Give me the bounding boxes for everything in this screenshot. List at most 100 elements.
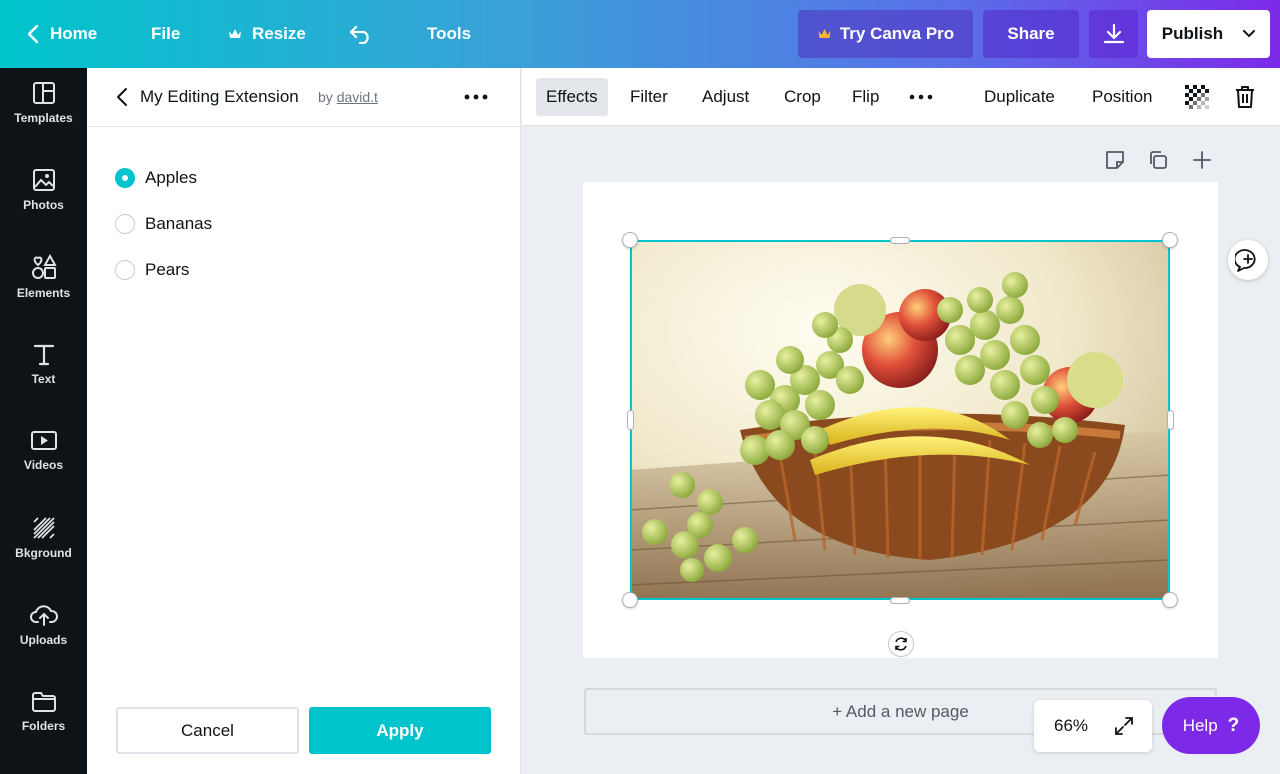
resize-label: Resize xyxy=(252,24,306,43)
transparency-button[interactable] xyxy=(1185,78,1209,116)
zoom-level[interactable]: 66% xyxy=(1054,716,1088,736)
radio-button[interactable] xyxy=(115,260,135,280)
home-label: Home xyxy=(50,24,98,43)
add-page-icon[interactable] xyxy=(1190,148,1214,172)
publish-button[interactable]: Publish xyxy=(1147,10,1270,58)
sidebar-item-label: Elements xyxy=(16,286,71,300)
sidebar-item-photos[interactable]: Photos xyxy=(0,155,87,225)
radio-label: Apples xyxy=(145,168,197,187)
sidebar-item-text[interactable]: Text xyxy=(0,329,87,399)
resize-handle-top-right[interactable] xyxy=(1162,232,1178,248)
extension-title: My Editing Extension xyxy=(140,87,299,106)
fullscreen-icon[interactable] xyxy=(1114,716,1134,736)
resize-handle-top[interactable] xyxy=(890,237,910,244)
position-button[interactable]: Position xyxy=(1092,78,1152,116)
text-icon xyxy=(33,344,54,366)
add-comment-button[interactable] xyxy=(1228,240,1268,280)
sidebar-item-templates[interactable]: Templates xyxy=(0,68,87,138)
crown-icon xyxy=(818,29,831,38)
sidebar-item-label: Bkground xyxy=(15,546,72,560)
sidebar-item-background[interactable]: Bkground xyxy=(0,503,87,573)
resize-handle-top-left[interactable] xyxy=(622,232,638,248)
radio-label: Pears xyxy=(145,260,190,279)
resize-handle-left[interactable] xyxy=(627,410,634,430)
filter-button[interactable]: Filter xyxy=(630,78,668,116)
background-icon xyxy=(32,517,55,539)
crop-button[interactable]: Crop xyxy=(784,78,821,116)
more-options-icon[interactable] xyxy=(461,86,491,108)
uploads-icon xyxy=(29,605,58,626)
photos-icon xyxy=(32,169,55,191)
author-link[interactable]: david.t xyxy=(337,89,378,105)
home-button[interactable]: Home xyxy=(26,0,97,68)
tools-menu[interactable]: Tools xyxy=(427,0,471,68)
sidebar-item-label: Uploads xyxy=(19,633,68,647)
extension-panel: My Editing Extension by david.t Apples B… xyxy=(87,68,521,774)
fruit-basket-photo[interactable] xyxy=(630,240,1170,600)
radio-option-bananas[interactable]: Bananas xyxy=(115,209,212,239)
left-sidebar: Templates Photos Elements Text Videos Bk… xyxy=(0,68,87,774)
videos-icon xyxy=(30,431,57,450)
share-button[interactable]: Share xyxy=(983,10,1079,58)
sidebar-item-label: Folders xyxy=(21,719,66,733)
resize-handle-bottom-right[interactable] xyxy=(1162,592,1178,608)
elements-icon xyxy=(31,254,57,279)
publish-label: Publish xyxy=(1161,24,1224,43)
comment-icon xyxy=(1235,249,1256,272)
resize-button[interactable]: Resize xyxy=(228,0,306,68)
sidebar-item-label: Text xyxy=(31,372,56,386)
flip-button[interactable]: Flip xyxy=(852,78,879,116)
chevron-down-icon xyxy=(1243,30,1256,38)
chevron-left-icon xyxy=(27,24,39,44)
share-label: Share xyxy=(1007,24,1055,43)
radio-option-apples[interactable]: Apples xyxy=(115,163,197,193)
by-label: by xyxy=(318,89,333,105)
radio-option-pears[interactable]: Pears xyxy=(115,255,189,285)
zoom-control[interactable]: 66% xyxy=(1034,700,1152,752)
sidebar-item-label: Videos xyxy=(23,458,64,472)
trash-icon xyxy=(1236,86,1254,108)
try-pro-label: Try Canva Pro xyxy=(839,24,955,43)
sidebar-item-videos[interactable]: Videos xyxy=(0,416,87,486)
cancel-button[interactable]: Cancel xyxy=(116,707,299,754)
help-label: Help xyxy=(1182,715,1218,735)
question-mark-icon: ? xyxy=(1227,714,1240,736)
sidebar-item-uploads[interactable]: Uploads xyxy=(0,590,87,660)
more-tools-button[interactable] xyxy=(908,78,934,116)
help-button[interactable]: Help ? xyxy=(1162,697,1260,754)
resize-handle-bottom[interactable] xyxy=(890,597,910,604)
radio-label: Bananas xyxy=(145,214,213,233)
crown-icon xyxy=(229,29,241,38)
download-icon xyxy=(1103,23,1124,44)
panel-header: My Editing Extension by david.t xyxy=(87,68,521,127)
sidebar-item-label: Photos xyxy=(23,198,64,212)
try-canva-pro-button[interactable]: Try Canva Pro xyxy=(798,10,973,58)
resize-handle-bottom-left[interactable] xyxy=(622,592,638,608)
apply-button[interactable]: Apply xyxy=(309,707,491,754)
note-icon[interactable] xyxy=(1103,148,1127,172)
file-menu[interactable]: File xyxy=(151,0,180,68)
radio-button[interactable] xyxy=(115,168,135,188)
duplicate-page-icon[interactable] xyxy=(1146,148,1170,172)
duplicate-button[interactable]: Duplicate xyxy=(984,78,1055,116)
rotate-handle[interactable] xyxy=(888,631,914,657)
more-options-icon xyxy=(909,94,933,100)
image-toolbar: Effects Filter Adjust Crop Flip Duplicat… xyxy=(522,68,1280,126)
download-button[interactable] xyxy=(1089,10,1138,58)
file-label: File xyxy=(151,24,181,43)
effects-button[interactable]: Effects xyxy=(536,78,608,116)
undo-button[interactable] xyxy=(349,0,373,68)
transparency-icon xyxy=(1185,85,1209,109)
sidebar-item-elements[interactable]: Elements xyxy=(0,242,87,312)
sidebar-item-label: Templates xyxy=(14,111,73,125)
delete-button[interactable] xyxy=(1234,78,1256,116)
sidebar-item-folders[interactable]: Folders xyxy=(0,677,87,747)
fruit-basket-image xyxy=(630,240,1170,600)
back-chevron-icon[interactable] xyxy=(113,86,133,108)
resize-handle-right[interactable] xyxy=(1167,410,1174,430)
folders-icon xyxy=(31,692,56,712)
radio-button[interactable] xyxy=(115,214,135,234)
adjust-button[interactable]: Adjust xyxy=(702,78,749,116)
templates-icon xyxy=(32,82,55,104)
top-bar: Home File Resize Tools Try Canva Pro Sha… xyxy=(0,0,1280,68)
